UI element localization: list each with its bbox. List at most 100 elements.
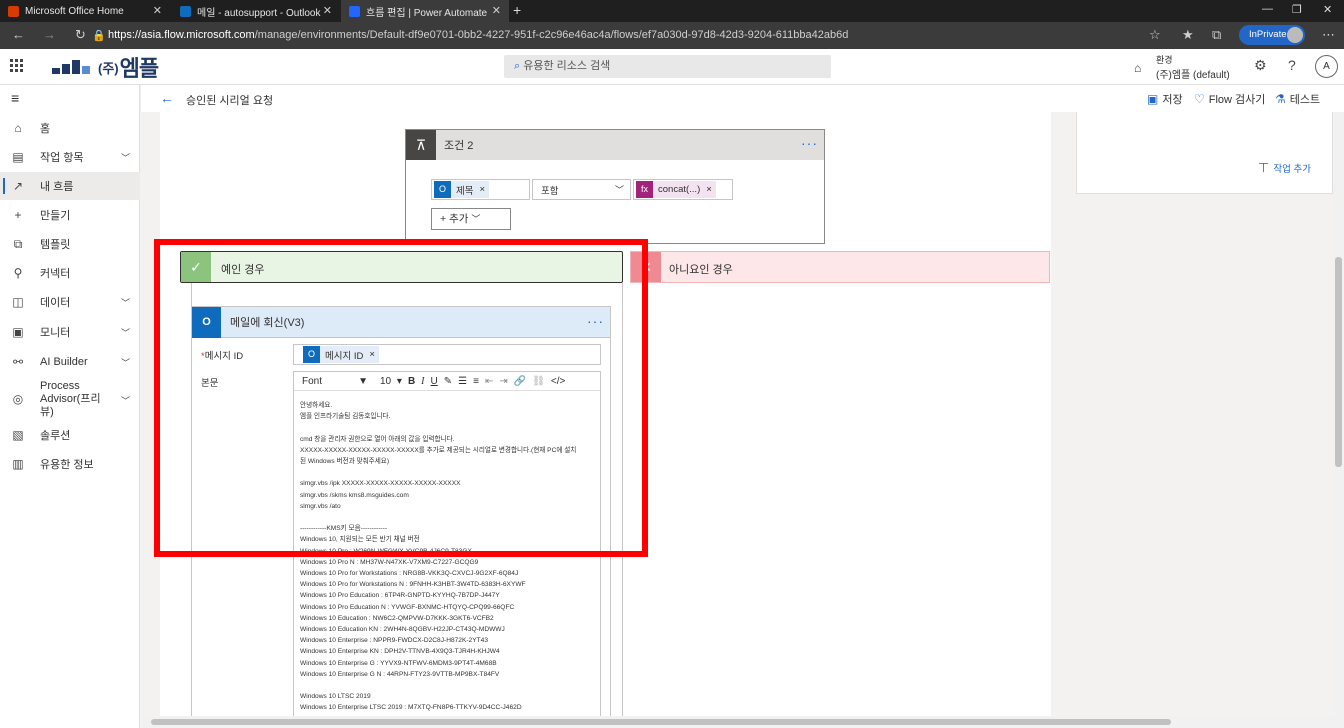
condition-right-operand[interactable]: fx concat(...) × — [633, 179, 733, 200]
command-bar: ← 승인된 시리얼 요청 ▣ 저장 ♡ Flow 검사기 ⚗ 테스트 — [141, 85, 1344, 112]
favorite-star-icon[interactable]: ☆ — [1149, 27, 1161, 43]
chevron-down-icon: ﹀ — [471, 214, 481, 224]
more-options-icon[interactable]: ··· — [801, 135, 818, 151]
nav-label: 홈 — [40, 123, 51, 135]
operator-value: 포함 — [541, 185, 559, 197]
environment-picker[interactable]: ⌂ 환경 (주)엠플 (default) — [1134, 53, 1230, 81]
insert-icon: ⊤ — [1258, 160, 1270, 175]
back-icon[interactable]: ← — [12, 27, 25, 42]
chevron-down-icon: ﹀ — [120, 298, 130, 308]
close-tab-icon[interactable]: ✕ — [153, 4, 162, 17]
close-window-icon[interactable]: ✕ — [1323, 3, 1332, 16]
nav-label: 데이터 — [40, 297, 71, 309]
remove-token-icon[interactable]: × — [706, 184, 712, 195]
logo-paren: (주) — [98, 60, 119, 76]
tab-office-home[interactable]: Microsoft Office Home ✕ — [0, 0, 170, 22]
add-action-button[interactable]: ⊤ 작업 추가 — [1258, 160, 1311, 176]
environment-icon: ⌂ — [1134, 61, 1142, 75]
tab-title: 메일 - autosupport - Outlook — [197, 7, 321, 19]
company-logo[interactable]: (주) 엠플 — [52, 53, 159, 81]
back-arrow-icon[interactable]: ← — [160, 90, 174, 106]
scrollbar-thumb[interactable] — [151, 719, 1171, 725]
save-button[interactable]: ▣ 저장 — [1147, 91, 1183, 107]
settings-gear-icon[interactable]: ⚙ — [1254, 57, 1267, 74]
hamburger-menu-icon[interactable]: ≡ — [11, 90, 19, 106]
close-tab-icon[interactable]: ✕ — [323, 4, 332, 17]
url-field[interactable]: https://asia.flow.microsoft.com/manage/e… — [108, 26, 1138, 45]
search-placeholder: 유용한 리소스 검색 — [523, 60, 611, 72]
stethoscope-icon: ♡ — [1194, 92, 1205, 106]
solution-icon: ▧ — [12, 428, 24, 442]
horizontal-scrollbar[interactable] — [141, 716, 1333, 728]
nav-learn[interactable]: ▥ 유용한 정보 — [0, 450, 140, 478]
nav-label: 솔루션 — [40, 430, 71, 442]
search-input[interactable]: ⌕ 유용한 리소스 검색 — [504, 55, 831, 78]
nav-data[interactable]: ◫ 데이터 ﹀ — [0, 288, 140, 316]
expression-token[interactable]: fx concat(...) × — [636, 181, 716, 198]
condition-left-operand[interactable]: O 제목 × — [431, 179, 530, 200]
nav-monitor[interactable]: ▣ 모니터 ﹀ — [0, 318, 140, 346]
nav-label: Process Advisor(프리뷰) — [40, 379, 101, 418]
help-icon[interactable]: ? — [1288, 57, 1296, 73]
nav-action-items[interactable]: ▤ 작업 항목 ﹀ — [0, 143, 140, 171]
url-host: https://asia.flow.microsoft.com — [108, 29, 255, 41]
test-button[interactable]: ⚗ 테스트 — [1275, 91, 1320, 107]
fx-icon: fx — [636, 181, 653, 198]
condition-card[interactable]: ⊼ 조건 2 ··· O 제목 × 포함 ﹀ fx concat(...) × + 추가… — [405, 129, 825, 244]
if-no-branch[interactable]: ✕ 아니요인 경우 — [630, 251, 1050, 283]
nav-my-flows[interactable]: ↗ 내 흐름 — [0, 172, 140, 200]
outlook-icon: O — [434, 181, 451, 198]
nav-templates[interactable]: ⧉ 템플릿 — [0, 230, 140, 258]
url-path: /manage/environments/Default-df9e0701-0b… — [254, 29, 849, 41]
book-icon: ▥ — [12, 457, 24, 471]
template-icon: ⧉ — [13, 236, 23, 251]
subject-token[interactable]: O 제목 × — [434, 181, 490, 198]
nav-connectors[interactable]: ⚲ 커넥터 — [0, 259, 140, 287]
flow-checker-button[interactable]: ♡ Flow 검사기 — [1194, 91, 1265, 107]
condition-title: 조건 2 — [444, 140, 474, 152]
nav-label: 내 흐름 — [40, 181, 74, 193]
refresh-icon[interactable]: ↻ — [75, 27, 86, 43]
app-launcher-icon[interactable] — [10, 59, 23, 72]
forward-icon[interactable]: → — [43, 27, 56, 42]
nav-label: 템플릿 — [40, 239, 71, 251]
vertical-scrollbar[interactable] — [1333, 112, 1344, 728]
condition-header[interactable]: ⊼ 조건 2 — [406, 130, 824, 160]
add-condition-button[interactable]: + 추가 ﹀ — [431, 208, 511, 230]
outlook-icon — [180, 5, 191, 17]
chevron-down-icon: ﹀ — [120, 153, 130, 163]
remove-token-icon[interactable]: × — [479, 184, 485, 195]
inprivate-badge[interactable]: InPrivate — [1239, 25, 1305, 45]
scrollbar-thumb[interactable] — [1335, 257, 1342, 467]
collections-icon[interactable]: ⧉ — [1212, 27, 1221, 43]
nav-solutions[interactable]: ▧ 솔루션 — [0, 421, 140, 449]
browser-tab-bar: Microsoft Office Home ✕ 메일 - autosupport… — [0, 0, 1344, 22]
minimize-icon[interactable]: — — [1262, 3, 1273, 15]
nav-home[interactable]: ⌂ 홈 — [0, 114, 140, 142]
red-highlight-box — [154, 239, 648, 557]
account-avatar[interactable]: A — [1315, 55, 1338, 78]
tab-power-automate[interactable]: 흐름 편집 | Power Automate ✕ — [341, 0, 509, 22]
tab-title: Microsoft Office Home — [25, 5, 124, 17]
chevron-down-icon: ﹀ — [120, 358, 130, 368]
close-tab-icon[interactable]: ✕ — [492, 4, 501, 17]
more-icon[interactable]: ⋯ — [1322, 27, 1335, 43]
add-action-label: 작업 추가 — [1273, 164, 1311, 175]
new-tab-button[interactable]: + — [513, 2, 521, 18]
nav-ai-builder[interactable]: ⚯ AI Builder ﹀ — [0, 348, 140, 376]
database-icon: ◫ — [12, 295, 24, 309]
chevron-down-icon: ﹀ — [614, 185, 624, 195]
avatar — [1287, 27, 1303, 43]
flow-checker-label: Flow 검사기 — [1208, 94, 1266, 106]
token-label: 제목 — [456, 185, 474, 197]
tab-outlook[interactable]: 메일 - autosupport - Outlook ✕ — [172, 0, 340, 22]
operator-select[interactable]: 포함 ﹀ — [532, 179, 631, 200]
nav-create[interactable]: + 만들기 — [0, 201, 140, 229]
logo-mark-icon — [52, 60, 96, 74]
nav-process-advisor[interactable]: ◎ Process Advisor(프리뷰) ﹀ — [0, 380, 140, 418]
clipboard-icon: ▤ — [12, 150, 24, 164]
add-label: 추가 — [449, 213, 469, 225]
favorites-icon[interactable]: ★ — [1182, 27, 1194, 43]
restore-icon[interactable]: ❐ — [1292, 3, 1302, 16]
tab-title: 흐름 편집 | Power Automate — [366, 7, 488, 19]
